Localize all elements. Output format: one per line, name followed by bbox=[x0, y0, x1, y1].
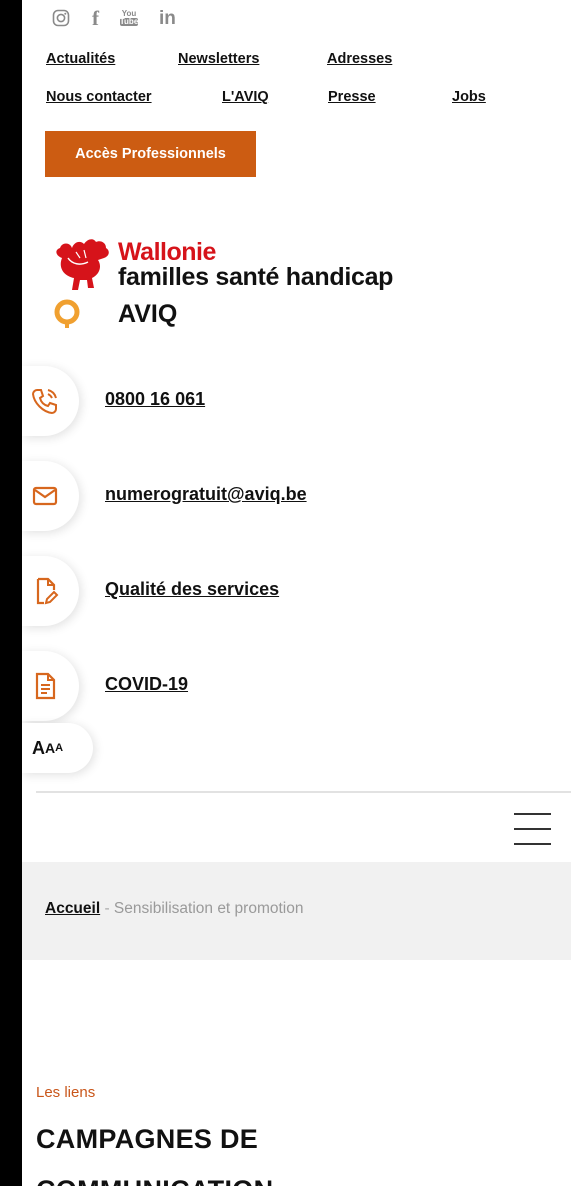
document-list-icon-bubble bbox=[22, 651, 79, 721]
top-nav-link-jobs[interactable]: Jobs bbox=[452, 89, 486, 105]
menu-icon[interactable] bbox=[514, 813, 551, 845]
breadcrumb-separator: - bbox=[100, 900, 114, 917]
linkedin-icon[interactable]: in bbox=[159, 7, 176, 29]
contact-covid-link[interactable]: COVID-19 bbox=[105, 674, 188, 695]
social-links: f You Tube in bbox=[52, 7, 176, 29]
breadcrumb-home-link[interactable]: Accueil bbox=[45, 900, 100, 917]
aviq-ring-icon bbox=[54, 299, 80, 328]
instagram-icon[interactable] bbox=[52, 7, 70, 29]
text-size-button[interactable]: A A A bbox=[22, 723, 93, 773]
top-nav-link-aviq[interactable]: L'AVIQ bbox=[222, 89, 269, 105]
logo-line-aviq: AVIQ bbox=[118, 300, 178, 328]
contact-quality: Qualité des services bbox=[22, 556, 571, 626]
phone-icon-bubble bbox=[22, 366, 79, 436]
youtube-icon-bottom: Tube bbox=[119, 17, 139, 26]
contact-quality-link[interactable]: Qualité des services bbox=[105, 579, 279, 600]
page-title-line-1: CAMPAGNES DE bbox=[36, 1124, 259, 1154]
section-eyebrow: Les liens bbox=[36, 1084, 96, 1101]
logo-line-subtitle: familles santé handicap bbox=[118, 263, 394, 291]
mail-icon bbox=[32, 486, 58, 506]
text-size-small: A bbox=[55, 742, 64, 754]
aviq-logo[interactable]: Wallonie familles santé handicap AVIQ bbox=[54, 236, 474, 346]
facebook-icon[interactable]: f bbox=[92, 7, 99, 29]
document-edit-icon-bubble bbox=[22, 556, 79, 626]
contact-covid: COVID-19 bbox=[22, 651, 571, 721]
top-nav-link-adresses[interactable]: Adresses bbox=[327, 51, 392, 67]
contact-email-link[interactable]: numerogratuit@aviq.be bbox=[105, 484, 307, 505]
top-nav-link-presse[interactable]: Presse bbox=[328, 89, 376, 105]
page-title: CAMPAGNES DE COMMUNICATION bbox=[36, 1114, 273, 1186]
phone-icon bbox=[31, 389, 57, 415]
top-nav-link-newsletters[interactable]: Newsletters bbox=[178, 51, 259, 67]
page: f You Tube in Actualités Newsletters Adr… bbox=[22, 0, 571, 1186]
mail-icon-bubble bbox=[22, 461, 79, 531]
pro-access-button[interactable]: Accès Professionnels bbox=[45, 131, 256, 177]
document-edit-icon bbox=[36, 577, 59, 605]
youtube-icon[interactable]: You Tube bbox=[119, 7, 139, 29]
breadcrumb: Accueil - Sensibilisation et promotion bbox=[45, 900, 303, 918]
page-title-line-2: COMMUNICATION bbox=[36, 1165, 273, 1186]
header-divider bbox=[36, 791, 571, 793]
contact-email: numerogratuit@aviq.be bbox=[22, 461, 571, 531]
top-nav-link-actualites[interactable]: Actualités bbox=[46, 51, 115, 67]
top-nav-link-nous-contacter[interactable]: Nous contacter bbox=[46, 89, 152, 105]
breadcrumb-bar: Accueil - Sensibilisation et promotion bbox=[22, 862, 571, 960]
contact-phone: 0800 16 061 bbox=[22, 366, 571, 436]
document-list-icon bbox=[35, 672, 56, 700]
wallonie-rooster-icon bbox=[56, 239, 109, 290]
text-size-medium: A bbox=[45, 740, 56, 756]
breadcrumb-current: Sensibilisation et promotion bbox=[113, 900, 304, 917]
contact-phone-link[interactable]: 0800 16 061 bbox=[105, 389, 205, 410]
text-size-large: A bbox=[32, 737, 45, 758]
